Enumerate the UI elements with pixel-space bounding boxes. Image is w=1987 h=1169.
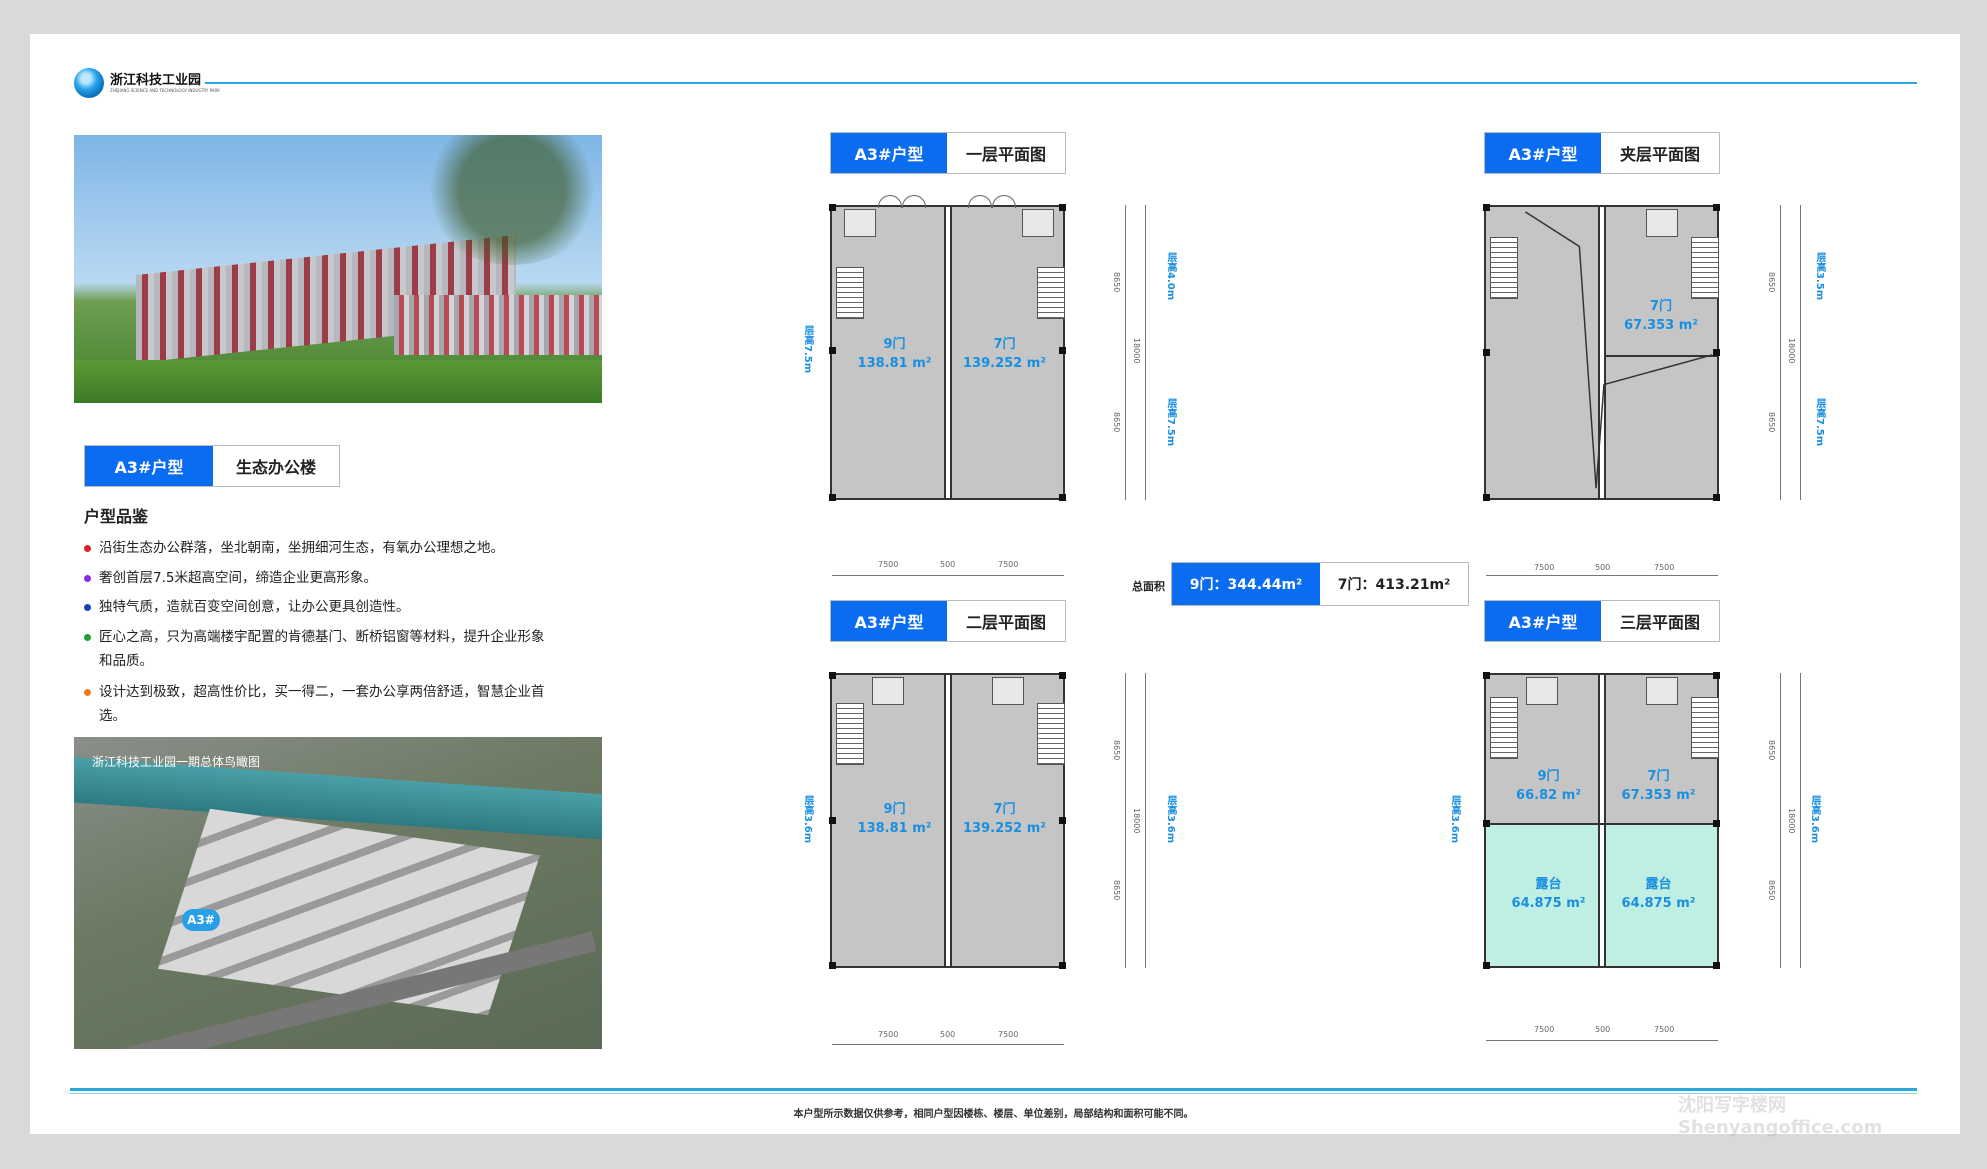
dimension-label: 18000 — [1787, 338, 1796, 364]
park-logo: 浙江科技工业园 ZHEJIANG SCIENCE AND TECHNOLOGY … — [74, 68, 220, 98]
plan-unit-label: A3#户型 — [831, 601, 947, 641]
dimension-label: 7500 — [998, 1030, 1019, 1039]
room-name: 7门 — [993, 337, 1016, 352]
globe-logo-icon — [74, 68, 104, 98]
plan-floor-label: 三层平面图 — [1619, 613, 1700, 632]
dimension-label: 500 — [1595, 1025, 1611, 1034]
bullet-icon — [84, 574, 91, 582]
total-area-label: 总面积 — [1132, 580, 1165, 593]
terrace-name: 露台 — [1535, 877, 1562, 892]
plan-tag-floor3: A3#户型 三层平面图 — [1484, 600, 1720, 642]
location-pin-icon: A3# — [182, 909, 220, 931]
feature-item: 匠心之高，只为高端楼宇配置的肯德基门、断桥铝窗等材料，提升企业形象和品质。 — [84, 625, 564, 673]
aerial-caption: 浙江科技工业园一期总体鸟瞰图 — [92, 755, 261, 769]
floor-plan-2: 9门 138.81 m² 7门 139.252 m² — [829, 672, 1066, 969]
total-area-7: 7门：413.21m² — [1320, 563, 1468, 605]
bullet-icon — [84, 633, 91, 641]
plan-tag-mezzanine: A3#户型 夹层平面图 — [1484, 132, 1720, 174]
dimension-label: 8650 — [1112, 740, 1121, 761]
plan-tag-floor1: A3#户型 一层平面图 — [830, 132, 1066, 174]
watermark: 沈阳写字楼网 Shenyangoffice.com — [1678, 1095, 1883, 1138]
dimension-label: 8650 — [1767, 412, 1776, 433]
bullet-icon — [84, 544, 91, 552]
floor-plan-3: 9门 66.82 m² 7门 67.353 m² 露台 64.875 m² 露台… — [1483, 672, 1720, 969]
dimension-label: 8650 — [1112, 880, 1121, 901]
dimension-label: 500 — [940, 1030, 956, 1039]
room-area: 138.81 m² — [857, 356, 932, 371]
dimension-label: 7500 — [1534, 1025, 1555, 1034]
room-area: 67.353 m² — [1624, 318, 1698, 333]
logo-name-cn: 浙江科技工业园 — [110, 72, 202, 88]
floor-plan-1: 9门 138.81 m² 7门 139.252 m² — [829, 204, 1066, 501]
room-area: 138.81 m² — [857, 821, 932, 836]
height-label: 层高7.5m — [1814, 398, 1825, 447]
bullet-icon — [84, 688, 91, 696]
terrace-area-value: 64.875 m² — [1511, 896, 1586, 911]
feature-item: 沿街生态办公群落，坐北朝南，坐拥细河生态，有氧办公理想之地。 — [84, 536, 564, 560]
plan-unit-label: A3#户型 — [1485, 601, 1601, 641]
total-area-9: 9门：344.44m² — [1172, 563, 1320, 605]
dimension-label: 7500 — [878, 560, 899, 569]
height-label: 层高7.5m — [802, 325, 813, 374]
room-name: 7门 — [1649, 299, 1673, 314]
room-name: 9门 — [1537, 769, 1560, 784]
footer-rule-thin — [70, 1093, 1917, 1094]
dimension-label: 18000 — [1132, 808, 1141, 834]
height-label: 层高7.5m — [1165, 398, 1176, 447]
height-label: 层高3.6m — [802, 795, 813, 844]
plan-unit-label: A3#户型 — [1485, 133, 1601, 173]
height-label: 层高3.6m — [1165, 795, 1176, 844]
plan-floor-label: 二层平面图 — [965, 613, 1046, 632]
feature-item: 独特气质，造就百变空间创意，让办公更具创造性。 — [84, 595, 564, 619]
room-name: 7门 — [1647, 769, 1670, 784]
plan-unit-label: A3#户型 — [831, 133, 947, 173]
aerial-view-photo: 浙江科技工业园一期总体鸟瞰图 A3# — [74, 737, 602, 1049]
dimension-label: 7500 — [1654, 1025, 1675, 1034]
height-label: 层高3.5m — [1814, 252, 1825, 301]
building-type-label: 生态办公楼 — [235, 458, 316, 477]
dimension-label: 18000 — [1132, 338, 1141, 364]
height-label: 层高3.6m — [1809, 795, 1820, 844]
footer-rule — [70, 1088, 1917, 1091]
building-rendering-photo — [74, 135, 602, 403]
feature-item: 设计达到极致，超高性价比，买一得二，一套办公享两倍舒适，智慧企业首选。 — [84, 680, 564, 728]
feature-item: 奢创首层7.5米超高空间，缔造企业更高形象。 — [84, 566, 564, 590]
plan-floor-label: 夹层平面图 — [1619, 145, 1700, 164]
unit-type-label: A3#户型 — [85, 446, 213, 486]
dimension-label: 8650 — [1767, 272, 1776, 293]
total-area-box: 9门：344.44m² 7门：413.21m² — [1171, 562, 1469, 606]
dimension-label: 8650 — [1767, 740, 1776, 761]
room-area: 67.353 m² — [1621, 788, 1696, 803]
room-name: 9门 — [883, 802, 906, 817]
dimension-label: 500 — [940, 560, 956, 569]
plan-tag-floor2: A3#户型 二层平面图 — [830, 600, 1066, 642]
room-area: 139.252 m² — [963, 356, 1046, 371]
bullet-icon — [84, 603, 91, 611]
dimension-label: 8650 — [1112, 272, 1121, 293]
terrace-name: 露台 — [1645, 877, 1672, 892]
dimension-label: 7500 — [1534, 563, 1555, 572]
room-name: 9门 — [883, 337, 906, 352]
room-area: 66.82 m² — [1516, 788, 1581, 803]
room-name: 7门 — [993, 802, 1016, 817]
dimension-label: 500 — [1595, 563, 1611, 572]
dimension-label: 7500 — [1654, 563, 1675, 572]
header-rule — [205, 82, 1917, 84]
dimension-label: 8650 — [1112, 412, 1121, 433]
terrace-area-value: 64.875 m² — [1621, 896, 1696, 911]
room-area: 139.252 m² — [963, 821, 1046, 836]
height-label: 层高3.6m — [1449, 795, 1460, 844]
floor-plan-mezzanine: 7门 67.353 m² — [1483, 204, 1720, 501]
dimension-label: 8650 — [1767, 880, 1776, 901]
dimension-label: 7500 — [998, 560, 1019, 569]
dimension-label: 7500 — [878, 1030, 899, 1039]
plan-floor-label: 一层平面图 — [965, 145, 1046, 164]
features-title: 户型品鉴 — [84, 507, 149, 526]
unit-type-tag: A3#户型 生态办公楼 — [84, 445, 340, 487]
logo-name-en: ZHEJIANG SCIENCE AND TECHNOLOGY INDUSTRY… — [110, 87, 220, 93]
height-label: 层高4.0m — [1165, 252, 1176, 301]
dimension-label: 18000 — [1787, 808, 1796, 834]
